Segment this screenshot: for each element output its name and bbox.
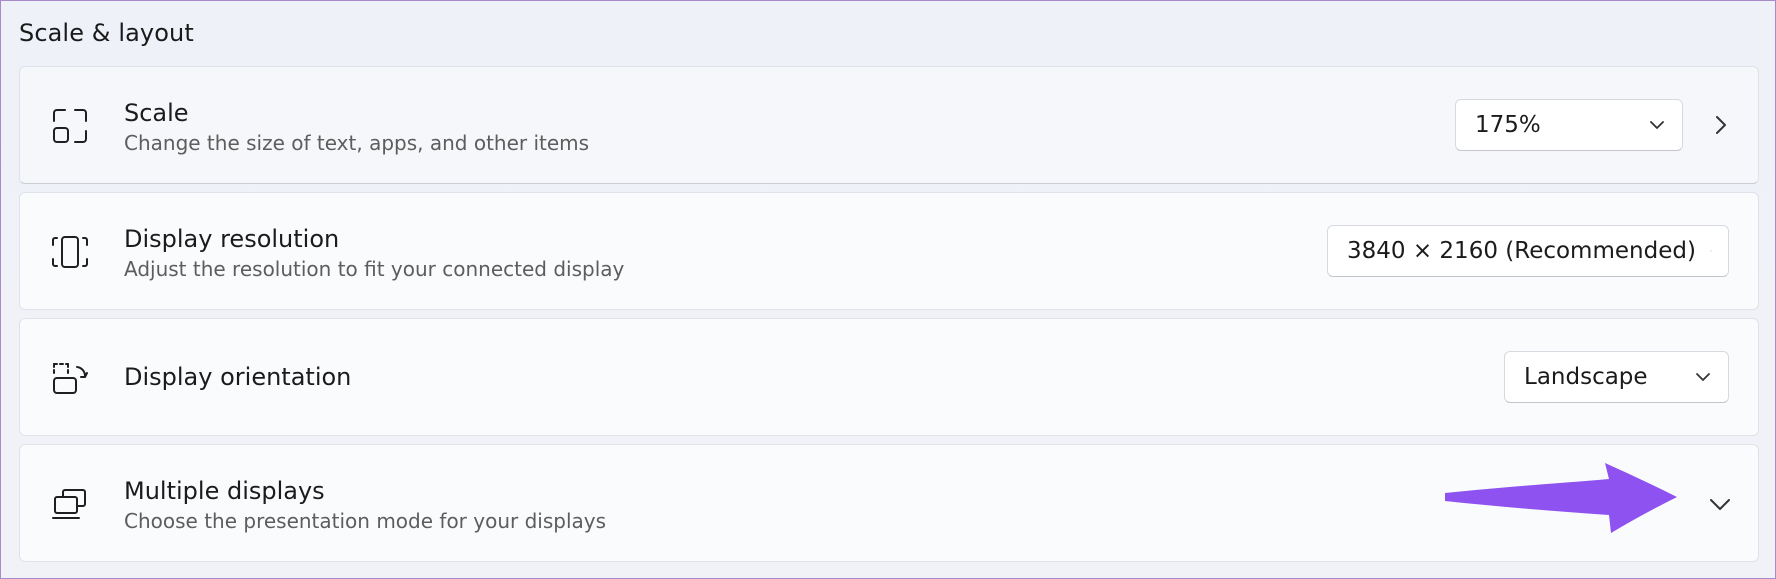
scale-icon — [53, 109, 87, 143]
resolution-texts: Display resolution Adjust the resolution… — [124, 224, 624, 282]
scale-texts: Scale Change the size of text, apps, and… — [124, 98, 589, 156]
multiple-displays-texts: Multiple displays Choose the presentatio… — [124, 476, 606, 534]
scale-setting-card[interactable]: Scale Change the size of text, apps, and… — [19, 66, 1759, 184]
display-resolution-card: Display resolution Adjust the resolution… — [19, 192, 1759, 310]
resolution-title: Display resolution — [124, 225, 340, 253]
scale-dropdown-value: 175% — [1475, 112, 1541, 138]
chevron-down-icon — [1650, 121, 1664, 129]
resolution-dropdown-value: 3840 × 2160 (Recommended) — [1347, 238, 1696, 264]
scale-title: Scale — [124, 99, 189, 127]
orientation-dropdown[interactable]: Landscape — [1504, 351, 1729, 403]
resolution-icon — [52, 236, 88, 268]
display-orientation-card: Display orientation Landscape — [19, 318, 1759, 436]
orientation-texts: Display orientation — [124, 362, 351, 392]
orientation-icon — [53, 363, 88, 394]
orientation-dropdown-value: Landscape — [1524, 364, 1648, 390]
annotation-arrow-icon — [1445, 463, 1677, 533]
resolution-dropdown[interactable]: 3840 × 2160 (Recommended) — [1327, 225, 1729, 277]
orientation-title: Display orientation — [124, 363, 352, 391]
multiple-displays-subtitle: Choose the presentation mode for your di… — [124, 509, 607, 533]
chevron-down-icon — [1696, 373, 1710, 381]
multiple-displays-title: Multiple displays — [124, 477, 325, 505]
scale-dropdown[interactable]: 175% — [1455, 99, 1683, 151]
settings-window: Scale & layout Scale Change the size of … — [0, 0, 1776, 579]
scale-subtitle: Change the size of text, apps, and other… — [124, 131, 590, 155]
section-title: Scale & layout — [19, 19, 194, 47]
chevron-down-icon[interactable] — [1708, 492, 1732, 516]
chevron-right-icon[interactable] — [1709, 113, 1733, 137]
resolution-subtitle: Adjust the resolution to fit your connec… — [124, 257, 625, 281]
chevron-down-icon — [1710, 250, 1712, 252]
multiple-displays-icon — [52, 489, 86, 519]
